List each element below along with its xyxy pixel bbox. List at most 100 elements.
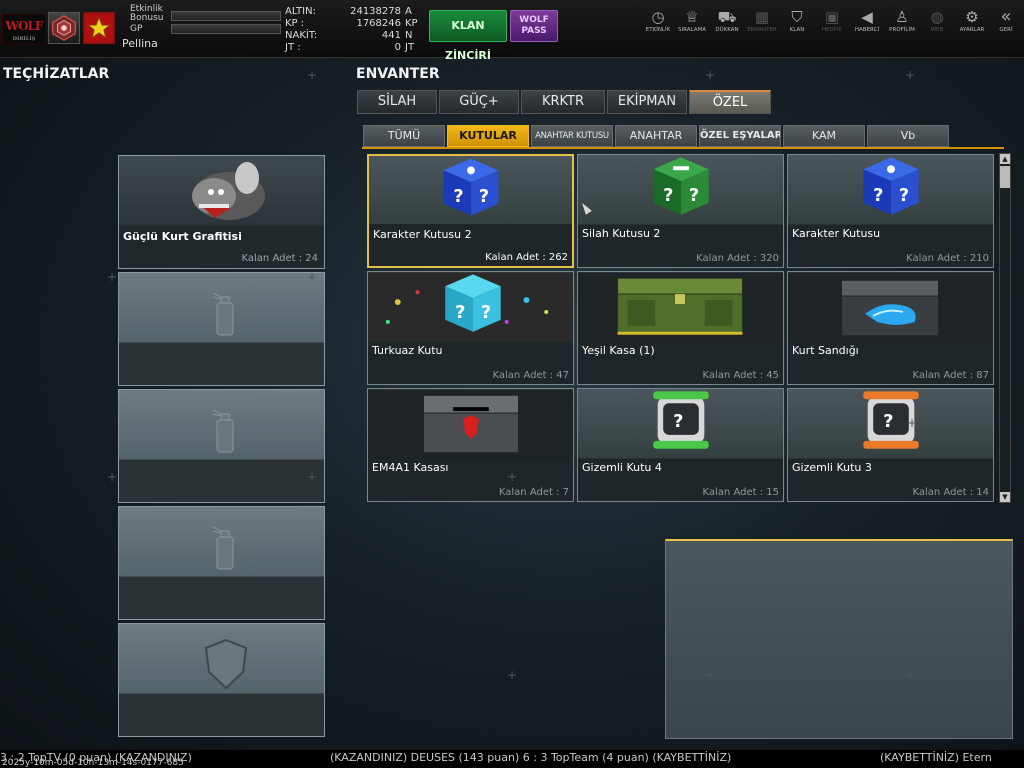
subtab-boxes[interactable]: KUTULAR: [447, 125, 529, 147]
item-count: Kalan Adet : 262: [485, 252, 568, 263]
nav-label: WEB: [930, 27, 944, 33]
inventory-scrollbar[interactable]: ▲ ▼: [999, 153, 1011, 503]
turquoise-box-icon: ? ?: [368, 272, 573, 342]
nav-event[interactable]: ◷ ETKİNLİK: [640, 8, 676, 34]
equip-slot-empty-4[interactable]: [118, 623, 325, 737]
item-green-crate[interactable]: Yeşil Kasa (1) Kalan Adet : 45: [577, 271, 784, 385]
tab-weapon[interactable]: SİLAH: [357, 90, 437, 114]
tab-special[interactable]: ÖZEL: [689, 90, 771, 114]
item-em4a1-case[interactable]: EM4A1 Kasası Kalan Adet : 7: [367, 388, 574, 502]
currency-value: 24138278: [350, 6, 401, 17]
nav-ranking[interactable]: ♕ SIRALAMA: [674, 8, 710, 34]
nav-label: PROFİLİM: [889, 27, 915, 33]
subtab-key-box[interactable]: ANAHTAR KUTUSU: [531, 125, 613, 147]
scroll-thumb[interactable]: [1000, 166, 1010, 188]
nav-settings[interactable]: ⚙ AYARLAR: [954, 8, 990, 34]
tab-power[interactable]: GÜÇ+: [439, 90, 519, 114]
profile-icon: ♙: [895, 8, 909, 26]
currency-label: NAKİT:: [285, 30, 318, 41]
equip-slot-graffiti[interactable]: Güçlü Kurt Grafitisi Kalan Adet : 24: [118, 155, 325, 269]
item-mystery-box-3[interactable]: ? Gizemli Kutu 3 Kalan Adet : 14: [787, 388, 994, 502]
scroll-down-icon[interactable]: ▼: [1000, 492, 1010, 502]
item-name: Turkuaz Kutu: [372, 344, 443, 357]
spray-can-icon: [213, 409, 234, 453]
item-name: Kurt Sandığı: [792, 344, 859, 357]
top-bar: WOLF DİRİLİŞ Etkinlik Bonusu GP Pellina …: [0, 0, 1024, 62]
decor-plus-icon: +: [307, 270, 318, 284]
subtab-special-items[interactable]: ÖZEL EŞYALAR: [699, 125, 781, 147]
svg-text:?: ?: [873, 185, 883, 206]
item-count: Kalan Adet : 15: [702, 487, 779, 498]
subtab-cam[interactable]: KAM: [783, 125, 865, 147]
nav-clan[interactable]: ⛉ KLAN: [779, 8, 815, 34]
currency-panel: ALTIN: 24138278 A KP : 1768246 KP NAKİT:…: [283, 6, 421, 54]
slot-item-name: Güçlü Kurt Grafitisi: [123, 230, 242, 243]
weapon-case-icon: [368, 389, 573, 459]
nav-label: HABERCİ: [854, 27, 880, 33]
item-character-box-2[interactable]: ? ? Karakter Kutusu 2 Kalan Adet : 262: [367, 154, 574, 268]
back-icon: «: [1000, 6, 1012, 27]
subtab-all[interactable]: TÜMÜ: [363, 125, 445, 147]
clan-badge[interactable]: [83, 12, 115, 44]
item-turquoise-box[interactable]: ? ? Turkuaz Kutu Kalan Adet : 47: [367, 271, 574, 385]
blue-character-box-icon: ? ?: [863, 157, 919, 215]
item-wolf-chest[interactable]: Kurt Sandığı Kalan Adet : 87: [787, 271, 994, 385]
nav-profile[interactable]: ♙ PROFİLİM: [884, 8, 920, 34]
scroll-up-icon[interactable]: ▲: [1000, 154, 1010, 164]
decor-plus-icon: +: [905, 668, 916, 682]
equip-slot-empty-3[interactable]: [118, 506, 325, 620]
decor-plus-icon: +: [705, 68, 716, 82]
subtab-underline: [362, 147, 1004, 149]
item-name: Karakter Kutusu: [792, 227, 881, 240]
svg-text:?: ?: [455, 302, 465, 323]
currency-label: ALTIN:: [285, 6, 316, 17]
item-mystery-box-4[interactable]: ? Gizemli Kutu 4 Kalan Adet : 15: [577, 388, 784, 502]
gp-label: GP: [130, 24, 143, 34]
currency-row-cash: NAKİT: 441 N: [283, 30, 421, 42]
nav-messenger[interactable]: ◀ HABERCİ: [849, 8, 885, 34]
item-weapon-box-2[interactable]: ? ? Silah Kutusu 2 Kalan Adet : 320: [577, 154, 784, 268]
item-count: Kalan Adet : 45: [702, 370, 779, 381]
item-count: Kalan Adet : 320: [696, 253, 779, 264]
clan-chain-button[interactable]: KLAN ZİNCİRİ: [429, 10, 507, 62]
nav-web[interactable]: ◍ WEB: [919, 8, 955, 34]
nav-back[interactable]: « GERİ: [989, 8, 1023, 34]
equip-slot-empty-1[interactable]: [118, 272, 325, 386]
currency-row-jt: JT : 0 JT: [283, 42, 421, 54]
inventory-title: ENVANTER: [356, 66, 440, 82]
nav-label: SIRALAMA: [678, 27, 706, 33]
item-character-box[interactable]: ? ? Karakter Kutusu Kalan Adet : 210: [787, 154, 994, 268]
player-name: Pellina: [122, 37, 158, 50]
ticker-segment: (KAZANDINIZ) DEUSES (143 puan) 6 : 3 Top…: [330, 751, 732, 764]
decor-plus-icon: +: [907, 416, 918, 430]
inventory-icon: ▦: [754, 8, 770, 26]
item-count: Kalan Adet : 87: [912, 370, 989, 381]
wolf-pass-button[interactable]: WOLF PASS: [510, 10, 558, 42]
subtab-key[interactable]: ANAHTAR: [615, 125, 697, 147]
nav-label: HEDİYE: [821, 27, 843, 33]
nav-gift[interactable]: ▣ HEDİYE: [814, 8, 850, 34]
svg-text:?: ?: [883, 411, 893, 432]
subtab-other[interactable]: Vb: [867, 125, 949, 147]
nav-shop[interactable]: ⛟ DÜKKAN: [709, 8, 745, 34]
timer-icon: ◷: [651, 8, 665, 26]
blue-character-box-icon: ? ?: [443, 158, 499, 216]
currency-unit: JT: [405, 42, 415, 53]
nav-label: DÜKKAN: [715, 27, 739, 33]
nav-inventory[interactable]: ▦ ENVANTER: [744, 8, 780, 34]
currency-row-gold: ALTIN: 24138278 A: [283, 6, 421, 18]
gear-icon: ⚙: [965, 8, 979, 26]
tab-equipment[interactable]: EKİPMAN: [607, 90, 687, 114]
nav-label: AYARLAR: [959, 27, 985, 33]
currency-unit: KP: [405, 18, 418, 29]
equip-slot-empty-2[interactable]: [118, 389, 325, 503]
green-crate-icon: [578, 272, 783, 342]
svg-text:?: ?: [479, 187, 489, 207]
currency-value: 0: [394, 42, 401, 53]
tab-character[interactable]: KRKTR: [521, 90, 605, 114]
currency-value: 441: [381, 30, 401, 41]
rank-badge[interactable]: [48, 12, 80, 44]
spray-can-icon: [213, 526, 234, 570]
svg-text:?: ?: [453, 187, 463, 207]
green-weapon-box-icon: ? ?: [581, 157, 709, 215]
